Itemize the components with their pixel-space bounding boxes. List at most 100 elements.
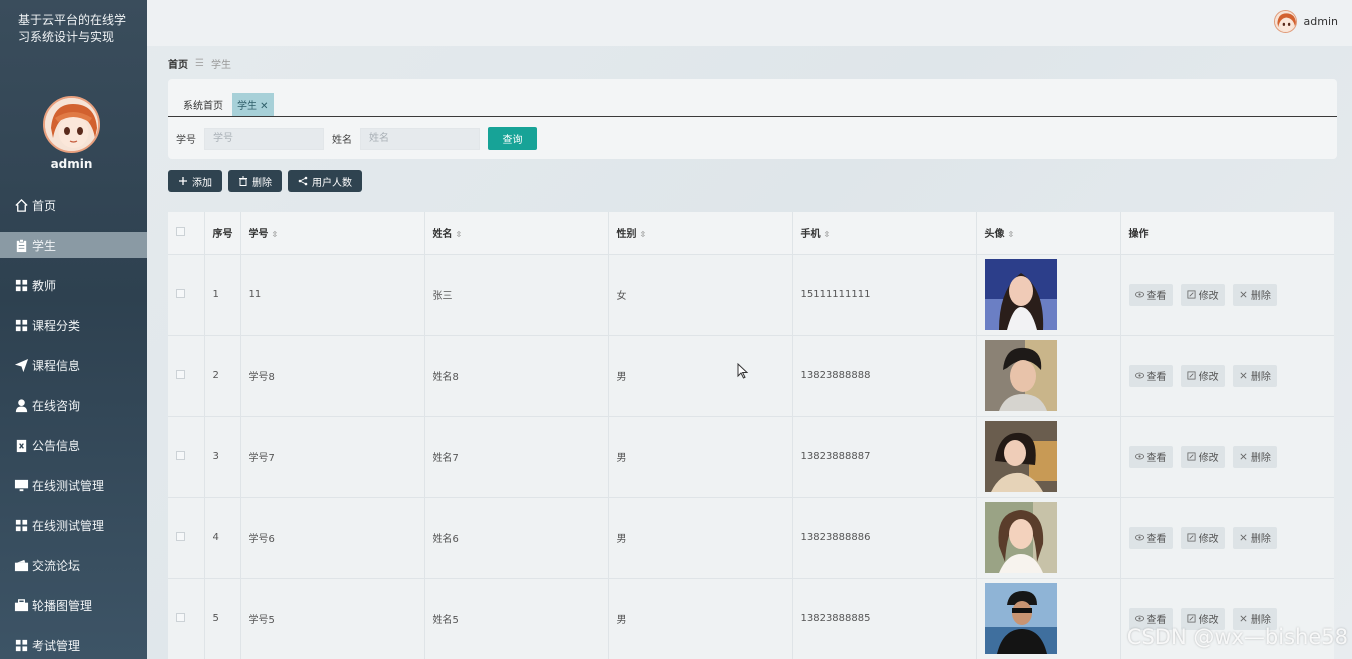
eye-icon (1134, 291, 1144, 298)
sort-icon[interactable]: ⇳ (272, 230, 279, 239)
sidebar-item-course-info[interactable]: 课程信息 (0, 345, 147, 385)
document-x-icon (16, 439, 27, 452)
add-button[interactable]: 添加 (168, 170, 222, 192)
delete-button-label: 删除 (252, 177, 272, 189)
sidebar-item-online-test-1[interactable]: 在线测试管理 (0, 465, 147, 505)
top-header: admin (147, 0, 1352, 46)
row-select-cell[interactable] (168, 578, 205, 659)
grid-icon (15, 279, 28, 291)
cell-gender: 男 (608, 497, 793, 579)
col-phone[interactable]: 手机 ⇳ (792, 212, 977, 255)
sidebar-item-label: 在线测试管理 (32, 518, 105, 533)
student-photo (984, 421, 1057, 492)
row-checkbox[interactable] (176, 450, 185, 460)
row-delete-button[interactable]: 删除 (1232, 283, 1277, 306)
col-index: 序号 (204, 212, 241, 255)
col-gender[interactable]: 性别 ⇳ (608, 212, 793, 255)
view-button[interactable]: 查看 (1128, 526, 1173, 549)
cell-name: 姓名7 (424, 416, 609, 498)
home-icon (15, 198, 28, 212)
eye-icon (1134, 615, 1144, 622)
header-avatar (1273, 10, 1297, 33)
tag-students[interactable]: 学生 ✕ (232, 93, 274, 116)
sidebar: 基于云平台的在线学习系统设计与实现 admin 首页 学生 教师 课程分类 课程… (0, 0, 147, 659)
row-delete-button[interactable]: 删除 (1232, 526, 1277, 549)
eye-icon (1134, 372, 1144, 379)
edit-label: 修改 (1198, 534, 1219, 545)
row-checkbox[interactable] (176, 531, 185, 541)
col-label: 头像 (984, 229, 1005, 241)
row-checkbox[interactable] (176, 369, 185, 379)
select-all-cell[interactable] (168, 212, 205, 255)
sort-icon[interactable]: ⇳ (1008, 230, 1015, 239)
row-select-cell[interactable] (168, 497, 205, 579)
cell-phone: 13823888886 (792, 497, 977, 579)
user-stats-button[interactable]: 用户人数 (288, 170, 362, 192)
tabs-divider (168, 116, 1337, 117)
edit-button[interactable]: 修改 (1180, 364, 1225, 387)
sidebar-item-consult[interactable]: 在线咨询 (0, 385, 147, 425)
student-no-input[interactable] (204, 127, 324, 150)
cell-phone: 13823888887 (792, 416, 977, 498)
cell-ops: 查看 修改 删除 (1120, 416, 1334, 498)
sidebar-item-students[interactable]: 学生 (0, 232, 147, 258)
student-table: 序号 学号 ⇳ 姓名 ⇳ 性别 ⇳ 手机 ⇳ 头像 ⇳ 操作 1 11 张三 女 1511… (168, 212, 1334, 659)
sidebar-menu: 首页 学生 教师 课程分类 课程信息 在线咨询 公告信息 在线测试管理 在线测试… (0, 185, 147, 659)
row-select-cell[interactable] (168, 254, 205, 336)
col-label: 手机 (800, 229, 821, 241)
share-icon (298, 176, 308, 186)
row-select-cell[interactable] (168, 335, 205, 417)
grid-icon (15, 639, 28, 651)
sidebar-item-course-category[interactable]: 课程分类 (0, 305, 147, 345)
student-no-label: 学号 (176, 135, 196, 146)
sidebar-item-label: 轮播图管理 (32, 598, 93, 613)
sidebar-item-label: 在线测试管理 (32, 478, 105, 493)
clipboard-icon (16, 238, 27, 252)
row-checkbox[interactable] (176, 288, 185, 298)
table-row: 2 学号8 姓名8 男 13823888888 查看 修改 删除 (168, 335, 1334, 417)
student-photo (984, 259, 1057, 330)
sidebar-item-label: 课程分类 (32, 318, 81, 333)
col-avatar[interactable]: 头像 ⇳ (976, 212, 1121, 255)
sidebar-item-notice[interactable]: 公告信息 (0, 425, 147, 465)
sort-icon[interactable]: ⇳ (824, 230, 831, 239)
search-button[interactable]: 查询 (488, 127, 537, 150)
student-name-input[interactable] (360, 127, 480, 150)
cell-avatar (976, 335, 1121, 417)
col-student-no[interactable]: 学号 ⇳ (240, 212, 425, 255)
close-icon[interactable]: ✕ (257, 101, 268, 112)
sidebar-item-carousel[interactable]: 轮播图管理 (0, 585, 147, 625)
sidebar-item-exam[interactable]: 考试管理 (0, 625, 147, 659)
sidebar-item-teachers[interactable]: 教师 (0, 265, 147, 305)
delete-button[interactable]: 删除 (228, 170, 282, 192)
select-all-checkbox[interactable] (176, 226, 185, 236)
sort-icon[interactable]: ⇳ (456, 230, 463, 239)
row-checkbox[interactable] (176, 612, 185, 622)
sidebar-item-label: 交流论坛 (32, 558, 81, 573)
grid-icon (15, 519, 28, 531)
cell-name: 姓名8 (424, 335, 609, 417)
row-delete-button[interactable]: 删除 (1232, 445, 1277, 468)
table-header-row: 序号 学号 ⇳ 姓名 ⇳ 性别 ⇳ 手机 ⇳ 头像 ⇳ 操作 (168, 212, 1334, 255)
edit-button[interactable]: 修改 (1180, 445, 1225, 468)
view-button[interactable]: 查看 (1128, 283, 1173, 306)
edit-button[interactable]: 修改 (1180, 283, 1225, 306)
row-delete-button[interactable]: 删除 (1232, 364, 1277, 387)
sidebar-item-label: 在线咨询 (32, 398, 81, 413)
sidebar-item-online-test-2[interactable]: 在线测试管理 (0, 505, 147, 545)
sort-icon[interactable]: ⇳ (640, 230, 647, 239)
cell-gender: 女 (608, 254, 793, 336)
col-label: 性别 (616, 229, 637, 241)
sidebar-item-forum[interactable]: 交流论坛 (0, 545, 147, 585)
edit-button[interactable]: 修改 (1180, 526, 1225, 549)
row-select-cell[interactable] (168, 416, 205, 498)
breadcrumb-home[interactable]: 首页 (168, 56, 188, 71)
header-user-menu[interactable]: admin (1273, 10, 1338, 33)
view-button[interactable]: 查看 (1128, 445, 1173, 468)
view-label: 查看 (1146, 615, 1167, 626)
view-button[interactable]: 查看 (1128, 364, 1173, 387)
cell-avatar (976, 578, 1121, 659)
tag-home[interactable]: 系统首页 (178, 93, 228, 116)
sidebar-item-home[interactable]: 首页 (0, 185, 147, 225)
col-name[interactable]: 姓名 ⇳ (424, 212, 609, 255)
